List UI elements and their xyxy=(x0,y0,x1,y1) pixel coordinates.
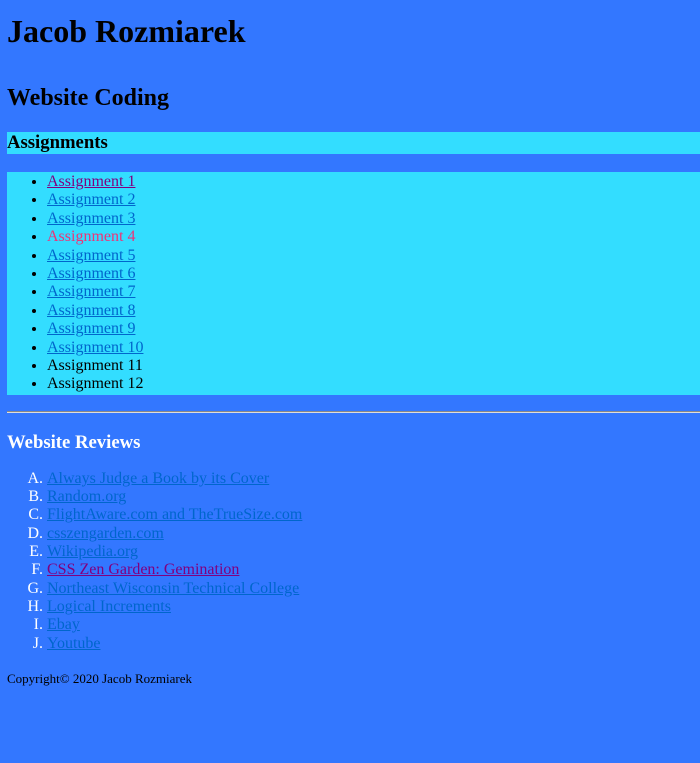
review-item[interactable]: Ebay xyxy=(47,616,700,634)
assignment-link[interactable]: Assignment 6 xyxy=(47,265,135,282)
assignment-link[interactable]: Assignment 3 xyxy=(47,210,135,227)
page: Jacob Rozmiarek Website Coding Assignmen… xyxy=(0,0,700,687)
review-item[interactable]: Logical Increments xyxy=(47,598,700,616)
assignment-item[interactable]: Assignment 5 xyxy=(47,247,700,265)
assignment-item[interactable]: Assignment 10 xyxy=(47,339,700,357)
assignment-item: Assignment 12 xyxy=(47,375,700,393)
assignment-link[interactable]: Assignment 2 xyxy=(47,191,135,208)
assignment-item: Assignment 11 xyxy=(47,357,700,375)
assignment-link[interactable]: Assignment 10 xyxy=(47,339,143,356)
copyright-footer: Copyright© 2020 Jacob Rozmiarek xyxy=(7,670,192,686)
assignment-link[interactable]: Assignment 8 xyxy=(47,302,135,319)
review-link[interactable]: FlightAware.com and TheTrueSize.com xyxy=(47,506,302,523)
assignment-link[interactable]: Assignment 4 xyxy=(47,228,135,245)
review-item[interactable]: Always Judge a Book by its Cover xyxy=(47,470,700,488)
review-item[interactable]: Random.org xyxy=(47,488,700,506)
review-link[interactable]: Wikipedia.org xyxy=(47,543,138,560)
assignment-item[interactable]: Assignment 4 xyxy=(47,228,700,246)
review-item[interactable]: FlightAware.com and TheTrueSize.com xyxy=(47,506,700,524)
review-link[interactable]: Ebay xyxy=(47,616,80,633)
review-link[interactable]: csszengarden.com xyxy=(47,525,164,542)
assignment-item[interactable]: Assignment 8 xyxy=(47,302,700,320)
assignment-link[interactable]: Assignment 7 xyxy=(47,283,135,300)
assignments-heading: Assignments xyxy=(7,132,700,154)
assignment-link[interactable]: Assignment 5 xyxy=(47,247,135,264)
assignment-link: Assignment 12 xyxy=(47,375,144,393)
review-item[interactable]: csszengarden.com xyxy=(47,525,700,543)
review-link[interactable]: Northeast Wisconsin Technical College xyxy=(47,580,299,597)
page-title: Jacob Rozmiarek xyxy=(7,13,246,49)
review-link[interactable]: Random.org xyxy=(47,488,126,505)
review-link[interactable]: Youtube xyxy=(47,635,101,652)
review-item[interactable]: Northeast Wisconsin Technical College xyxy=(47,580,700,598)
assignment-item[interactable]: Assignment 7 xyxy=(47,283,700,301)
review-link[interactable]: Always Judge a Book by its Cover xyxy=(47,470,269,487)
assignment-item[interactable]: Assignment 2 xyxy=(47,191,700,209)
reviews-list: Always Judge a Book by its CoverRandom.o… xyxy=(7,470,700,653)
page-subtitle: Website Coding xyxy=(7,85,170,111)
review-link[interactable]: Logical Increments xyxy=(47,598,171,615)
assignment-link: Assignment 11 xyxy=(47,357,143,375)
assignment-item[interactable]: Assignment 1 xyxy=(47,173,700,191)
reviews-heading: Website Reviews xyxy=(7,431,141,453)
review-item[interactable]: Wikipedia.org xyxy=(47,543,700,561)
review-item[interactable]: Youtube xyxy=(47,635,700,653)
assignments-list: Assignment 1Assignment 2Assignment 3Assi… xyxy=(7,172,700,395)
review-link[interactable]: CSS Zen Garden: Gemination xyxy=(47,561,239,578)
assignment-item[interactable]: Assignment 9 xyxy=(47,320,700,338)
assignment-item[interactable]: Assignment 6 xyxy=(47,265,700,283)
review-item[interactable]: CSS Zen Garden: Gemination xyxy=(47,561,700,579)
assignment-link[interactable]: Assignment 9 xyxy=(47,320,135,337)
assignment-link[interactable]: Assignment 1 xyxy=(47,173,135,190)
assignment-item[interactable]: Assignment 3 xyxy=(47,210,700,228)
